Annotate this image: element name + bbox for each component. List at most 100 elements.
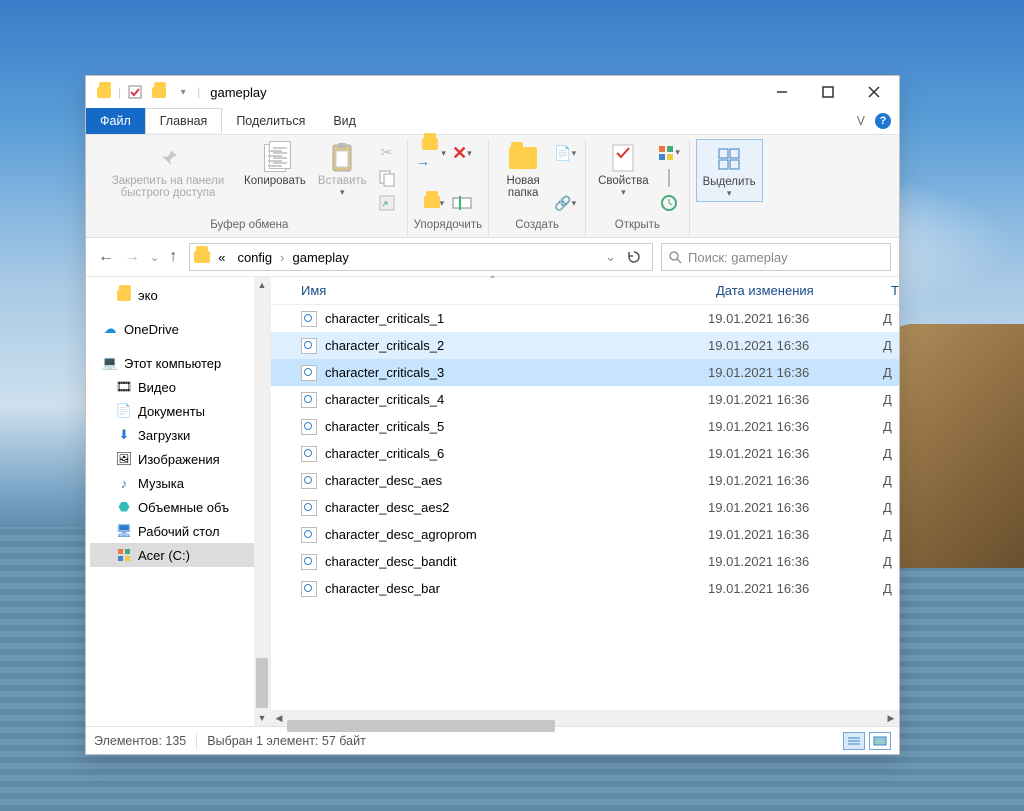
properties-button[interactable]: Свойства ▾ bbox=[592, 139, 655, 200]
music-icon: ♪ bbox=[116, 475, 132, 491]
close-button[interactable] bbox=[851, 77, 897, 107]
file-name: character_criticals_2 bbox=[325, 338, 444, 353]
breadcrumb-item[interactable]: gameplay bbox=[289, 250, 353, 265]
titlebar[interactable]: | ▾ | gameplay bbox=[86, 76, 899, 108]
chevron-right-icon[interactable]: › bbox=[280, 250, 284, 265]
file-row[interactable]: character_desc_agroprom19.01.2021 16:36Д bbox=[271, 521, 899, 548]
tree-node-3dobjects[interactable]: ⬣Объемные объ bbox=[90, 495, 270, 519]
file-type: Д bbox=[883, 311, 899, 326]
back-button[interactable]: ← bbox=[98, 248, 114, 266]
forward-button[interactable]: → bbox=[124, 248, 140, 266]
tree-node-eco[interactable]: эко bbox=[90, 283, 270, 307]
video-icon: 🎞 bbox=[116, 379, 132, 395]
folder-icon bbox=[194, 251, 210, 263]
file-list: Имя Дата изменения Т character_criticals… bbox=[271, 277, 899, 726]
tree-node-desktop[interactable]: 🖥Рабочий стол bbox=[90, 519, 270, 543]
refresh-button[interactable] bbox=[620, 249, 648, 265]
tree-scrollbar[interactable]: ▲ ▼ bbox=[254, 277, 270, 726]
columns-header[interactable]: Имя Дата изменения Т bbox=[271, 277, 899, 305]
breadcrumb-item[interactable]: config bbox=[233, 250, 276, 265]
up-button[interactable]: ↑ bbox=[169, 248, 177, 266]
pin-quickaccess-button[interactable]: Закрепить на панели быстрого доступа bbox=[98, 139, 238, 201]
file-icon bbox=[301, 500, 317, 516]
file-row[interactable]: character_criticals_419.01.2021 16:36Д bbox=[271, 386, 899, 413]
file-row[interactable]: character_desc_aes19.01.2021 16:36Д bbox=[271, 467, 899, 494]
file-type: Д bbox=[883, 365, 899, 380]
history-button[interactable] bbox=[657, 192, 681, 215]
paste-shortcut-button[interactable] bbox=[375, 192, 399, 215]
file-row[interactable]: character_criticals_519.01.2021 16:36Д bbox=[271, 413, 899, 440]
file-type: Д bbox=[883, 338, 899, 353]
history-dropdown[interactable]: ⌄ bbox=[150, 251, 159, 264]
easy-access-button[interactable]: 🔗▾ bbox=[553, 191, 577, 215]
open-button[interactable]: ▾ bbox=[657, 141, 681, 164]
history-icon bbox=[660, 194, 678, 212]
select-icon bbox=[718, 142, 740, 176]
copy-path-button[interactable] bbox=[375, 166, 399, 189]
file-icon bbox=[301, 473, 317, 489]
paste-button[interactable]: Вставить ▾ bbox=[312, 139, 373, 200]
tree-node-onedrive[interactable]: ☁OneDrive bbox=[90, 317, 270, 341]
tree-node-music[interactable]: ♪Музыка bbox=[90, 471, 270, 495]
details-view-button[interactable] bbox=[843, 732, 865, 750]
address-dropdown[interactable]: ⌄ bbox=[605, 249, 616, 265]
delete-button[interactable]: ✕▾ bbox=[450, 141, 474, 165]
file-row[interactable]: character_desc_bar19.01.2021 16:36Д bbox=[271, 575, 899, 602]
file-name: character_criticals_3 bbox=[325, 365, 444, 380]
file-name: character_desc_aes bbox=[325, 473, 442, 488]
new-item-button[interactable]: 📄▾ bbox=[553, 141, 577, 165]
file-row[interactable]: character_desc_aes219.01.2021 16:36Д bbox=[271, 494, 899, 521]
collapse-ribbon-icon[interactable]: ᐯ bbox=[857, 114, 865, 128]
tab-share[interactable]: Поделиться bbox=[222, 108, 319, 134]
file-row[interactable]: character_desc_bandit19.01.2021 16:36Д bbox=[271, 548, 899, 575]
edit-button[interactable] bbox=[657, 166, 681, 189]
tab-file[interactable]: Файл bbox=[86, 108, 145, 134]
search-icon bbox=[668, 250, 682, 264]
tree-node-pictures[interactable]: 🖼Изображения bbox=[90, 447, 270, 471]
file-row[interactable]: character_criticals_119.01.2021 16:36Д bbox=[271, 305, 899, 332]
tree-node-drive-c[interactable]: Acer (C:) bbox=[90, 543, 270, 567]
collapse-icon[interactable]: ⌃ bbox=[488, 275, 496, 286]
tree-node-downloads[interactable]: ⬇Загрузки bbox=[90, 423, 270, 447]
column-date[interactable]: Дата изменения bbox=[708, 277, 883, 304]
file-icon bbox=[301, 581, 317, 597]
file-icon bbox=[301, 311, 317, 327]
file-type: Д bbox=[883, 446, 899, 461]
horizontal-scrollbar[interactable]: ◀▶ bbox=[271, 710, 899, 726]
select-button[interactable]: Выделить ▾ bbox=[696, 139, 763, 202]
minimize-button[interactable] bbox=[759, 77, 805, 107]
column-type[interactable]: Т bbox=[883, 277, 899, 304]
onedrive-icon: ☁ bbox=[102, 321, 118, 337]
address-bar[interactable]: « config › gameplay ⌄ bbox=[189, 243, 653, 271]
maximize-button[interactable] bbox=[805, 77, 851, 107]
new-folder-button[interactable]: Новая папка bbox=[495, 139, 551, 201]
tree-node-thispc[interactable]: 💻Этот компьютер bbox=[90, 351, 270, 375]
copy-button[interactable]: Копировать bbox=[238, 139, 312, 189]
file-type: Д bbox=[883, 419, 899, 434]
tree-node-video[interactable]: 🎞Видео bbox=[90, 375, 270, 399]
checkbox-icon[interactable] bbox=[127, 84, 143, 100]
file-row[interactable]: character_criticals_319.01.2021 16:36Д bbox=[271, 359, 899, 386]
move-to-button[interactable]: →▾ bbox=[422, 141, 446, 165]
file-row[interactable]: character_criticals_219.01.2021 16:36Д bbox=[271, 332, 899, 359]
copy-to-button[interactable]: ▾ bbox=[422, 191, 446, 215]
folder-icon[interactable] bbox=[151, 84, 167, 100]
cut-button[interactable]: ✂ bbox=[375, 141, 399, 164]
rename-button[interactable] bbox=[450, 191, 474, 215]
tree-node-documents[interactable]: 📄Документы bbox=[90, 399, 270, 423]
help-icon[interactable]: ? bbox=[875, 113, 891, 129]
search-input[interactable]: Поиск: gameplay bbox=[661, 243, 891, 271]
file-row[interactable]: character_criticals_619.01.2021 16:36Д bbox=[271, 440, 899, 467]
file-icon bbox=[301, 392, 317, 408]
navigation-tree[interactable]: эко ☁OneDrive 💻Этот компьютер 🎞Видео 📄До… bbox=[86, 277, 271, 726]
paste-icon bbox=[329, 141, 355, 175]
thumbnails-view-button[interactable] bbox=[869, 732, 891, 750]
file-date: 19.01.2021 16:36 bbox=[708, 311, 883, 326]
ribbon-group-clipboard: Закрепить на панели быстрого доступа Коп… bbox=[92, 139, 408, 237]
file-date: 19.01.2021 16:36 bbox=[708, 392, 883, 407]
tab-home[interactable]: Главная bbox=[145, 108, 223, 134]
cut-icon: ✂ bbox=[381, 144, 393, 161]
tab-view[interactable]: Вид bbox=[319, 108, 370, 134]
qat-dropdown[interactable]: ▾ bbox=[175, 84, 191, 100]
edit-icon bbox=[668, 170, 670, 186]
